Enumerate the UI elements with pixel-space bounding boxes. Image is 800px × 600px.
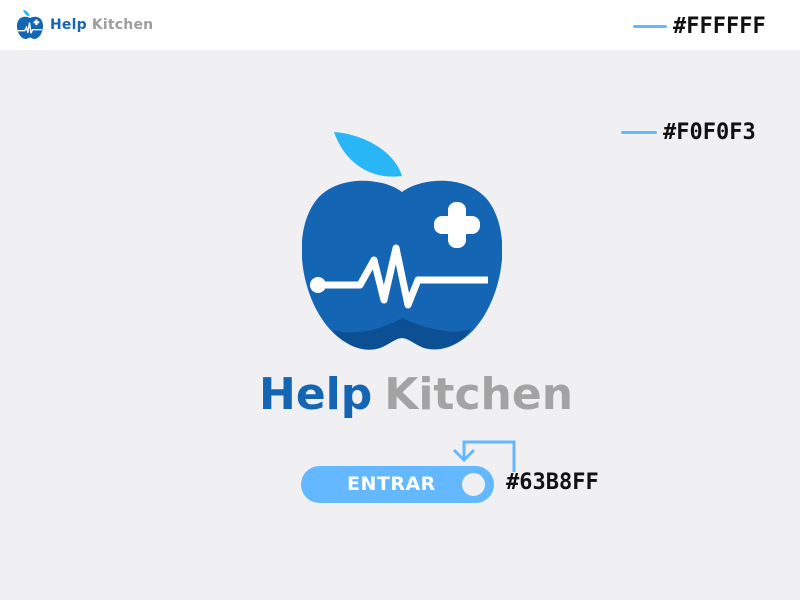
enter-button-knob (462, 473, 485, 496)
annotation-line (621, 131, 657, 134)
title-kitchen: Kitchen (384, 369, 574, 420)
page-color-label: #F0F0F3 (663, 120, 756, 145)
apple-heartbeat-logo-icon (302, 132, 502, 350)
annotation-arrow-icon (452, 440, 516, 472)
app-title: Help Kitchen (259, 365, 573, 425)
header-color-label: #FFFFFF (673, 14, 766, 39)
button-color-label: #63B8FF (506, 470, 599, 495)
header-brand[interactable]: Help Kitchen (16, 8, 153, 42)
brand-kitchen-text: Kitchen (91, 17, 154, 33)
title-help: Help (259, 369, 373, 420)
header-color-annotation: #FFFFFF (633, 14, 766, 39)
brand-help-text: Help (50, 17, 87, 33)
apple-logo-icon (16, 10, 44, 40)
page-color-annotation: #F0F0F3 (621, 120, 756, 145)
annotation-line (633, 25, 667, 28)
brand-name: Help Kitchen (50, 17, 153, 33)
enter-button-label: ENTRAR (347, 473, 436, 495)
